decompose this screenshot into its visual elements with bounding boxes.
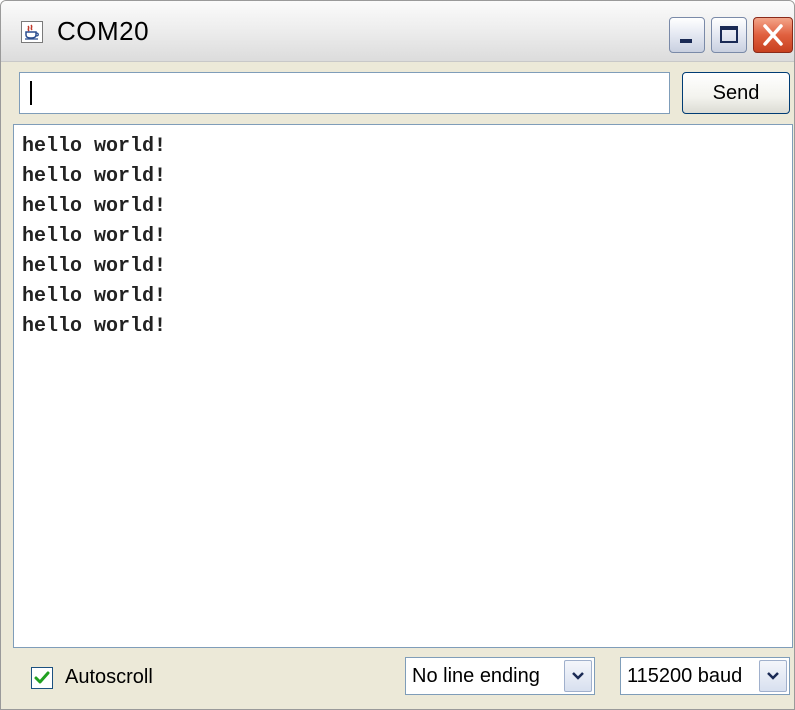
close-button[interactable] (753, 17, 793, 53)
chevron-down-icon (572, 672, 584, 680)
baud-rate-select[interactable]: 115200 baud (620, 657, 790, 695)
output-line: hello world! (22, 195, 167, 218)
baud-rate-value: 115200 baud (627, 665, 743, 687)
output-line: hello world! (22, 255, 167, 278)
serial-monitor-window: COM20 Send hello world! hello world! hel… (0, 0, 795, 710)
autoscroll-label: Autoscroll (65, 666, 153, 688)
close-icon (763, 24, 783, 46)
dropdown-button[interactable] (564, 660, 592, 692)
output-line: hello world! (22, 135, 167, 158)
text-caret (30, 81, 32, 105)
title-bar[interactable]: COM20 (1, 1, 794, 62)
minimize-button[interactable] (669, 17, 705, 53)
output-line: hello world! (22, 225, 167, 248)
line-ending-value: No line ending (412, 665, 540, 687)
checkmark-icon (34, 671, 50, 684)
serial-output-area[interactable]: hello world! hello world! hello world! h… (13, 124, 793, 648)
java-coffee-cup-icon (21, 21, 43, 43)
window-title: COM20 (57, 16, 150, 46)
output-line: hello world! (22, 285, 167, 308)
dropdown-button[interactable] (759, 660, 787, 692)
output-line: hello world! (22, 315, 167, 338)
chevron-down-icon (767, 672, 779, 680)
output-line: hello world! (22, 165, 167, 188)
minimize-icon (680, 39, 692, 43)
maximize-icon (720, 26, 738, 43)
line-ending-select[interactable]: No line ending (405, 657, 595, 695)
autoscroll-checkbox[interactable] (31, 667, 53, 689)
send-input[interactable] (19, 72, 670, 114)
maximize-button[interactable] (711, 17, 747, 53)
send-button[interactable]: Send (682, 72, 790, 114)
